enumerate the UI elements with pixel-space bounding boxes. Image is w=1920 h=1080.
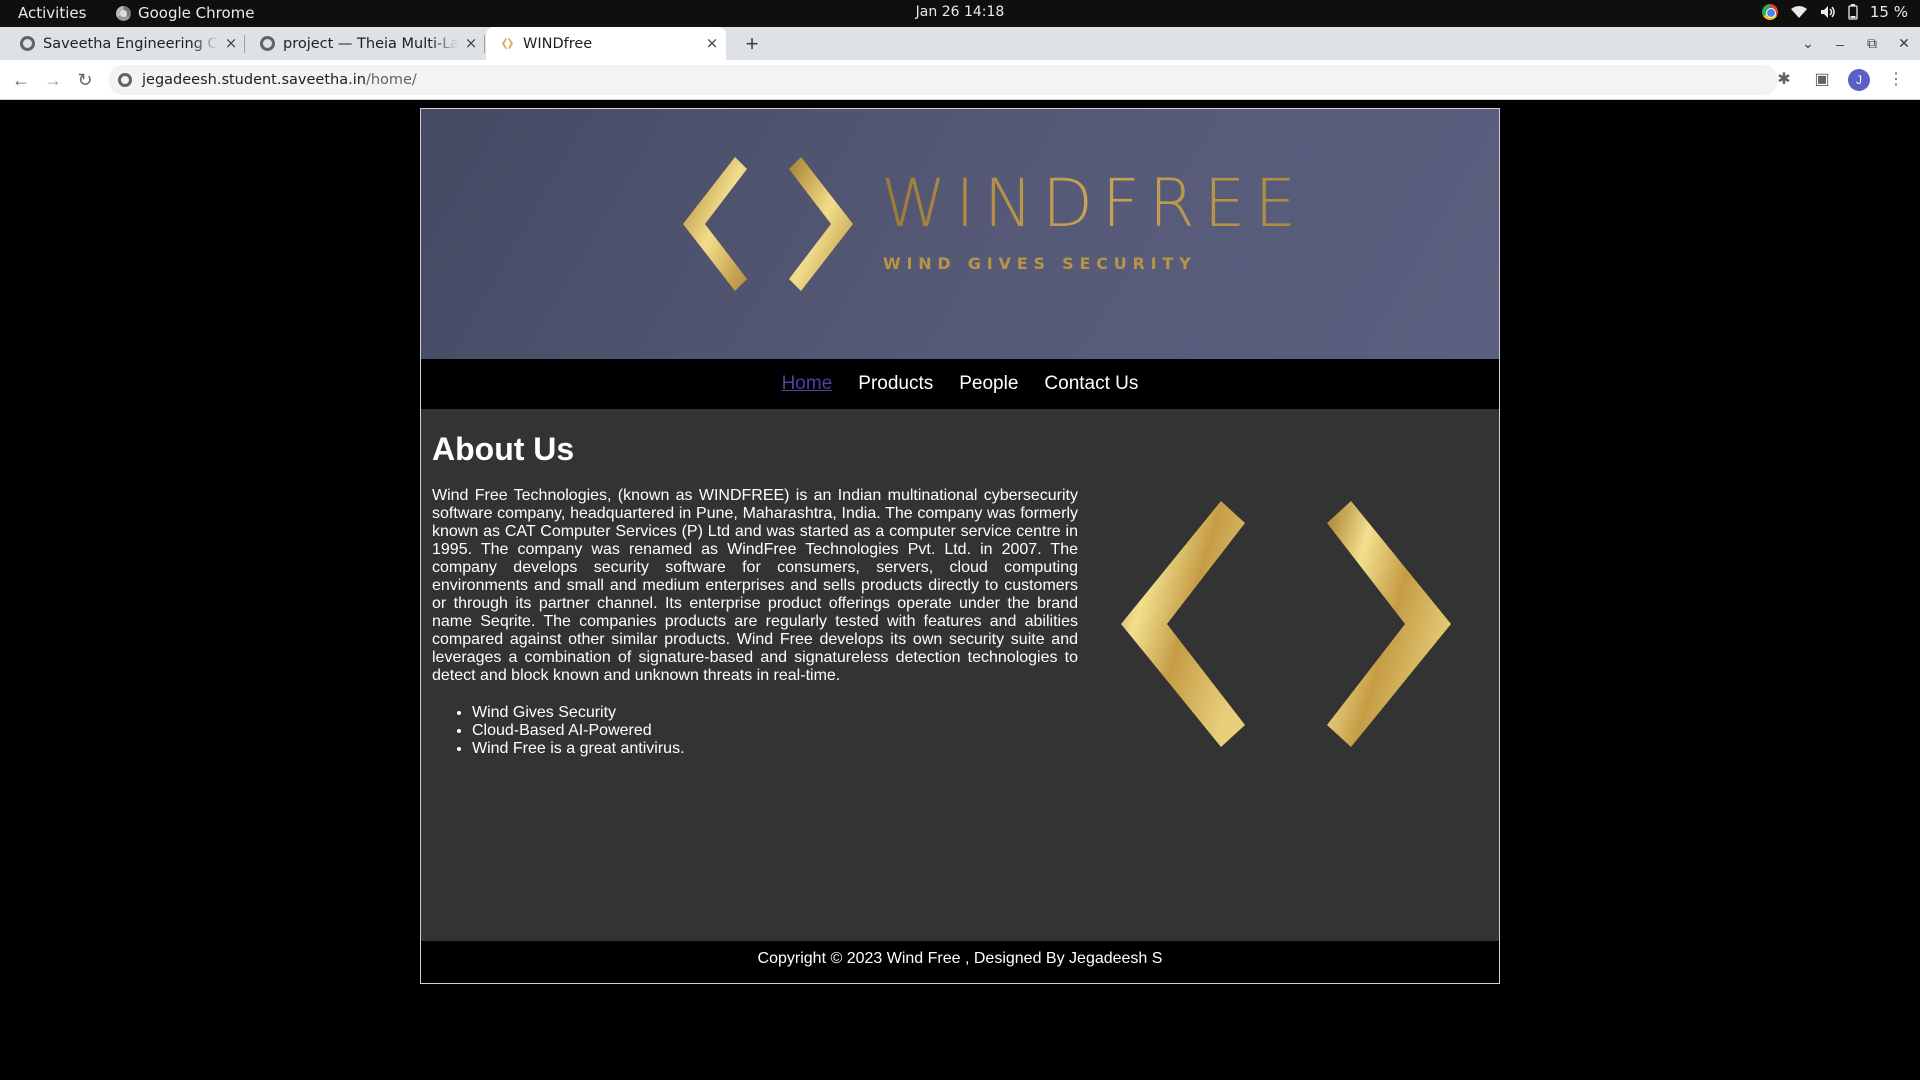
globe-icon bbox=[20, 36, 35, 51]
tab-search-icon[interactable]: ⌄ bbox=[1792, 35, 1824, 52]
tab-title: WINDfree bbox=[523, 35, 593, 52]
site-info-icon[interactable] bbox=[118, 73, 132, 87]
reload-icon[interactable]: ↻ bbox=[73, 68, 97, 92]
banner-tagline: WIND GIVES SECURITY bbox=[883, 254, 1197, 273]
address-bar[interactable]: jegadeesh.student.saveetha.in/home/ bbox=[108, 65, 1778, 95]
url-path: /home/ bbox=[365, 72, 417, 88]
extensions-icon[interactable]: ✱ bbox=[1772, 68, 1796, 92]
site-banner: WINDFREE WIND GIVES SECURITY bbox=[421, 109, 1499, 359]
browser-toolbar: ← → ↻ jegadeesh.student.saveetha.in/home… bbox=[0, 60, 1920, 100]
site-container: WINDFREE WIND GIVES SECURITY Home Produc… bbox=[420, 108, 1500, 984]
about-paragraph: Wind Free Technologies, (known as WINDFR… bbox=[432, 487, 1078, 684]
page-viewport: WINDFREE WIND GIVES SECURITY Home Produc… bbox=[0, 101, 1920, 1080]
system-top-bar: Activities Google Chrome Jan 26 14:18 15… bbox=[0, 0, 1920, 27]
side-panel-icon[interactable]: ▣ bbox=[1810, 68, 1834, 92]
minimize-icon[interactable]: – bbox=[1824, 36, 1856, 52]
battery-percent: 15 % bbox=[1869, 3, 1908, 21]
banner-wordmark: WINDFREE bbox=[881, 165, 1306, 242]
menu-icon[interactable]: ⋮ bbox=[1884, 68, 1908, 92]
nav-products-link[interactable]: Products bbox=[858, 373, 933, 395]
windfree-favicon-icon bbox=[501, 37, 514, 50]
tab-close-icon[interactable]: × bbox=[704, 35, 720, 51]
tab-windfree[interactable]: WINDfree × bbox=[486, 27, 726, 60]
about-heading: About Us bbox=[432, 431, 575, 467]
profile-avatar[interactable]: J bbox=[1848, 69, 1870, 91]
tab-strip: Saveetha Engineering College × project —… bbox=[0, 27, 1920, 60]
main-nav: Home Products People Contact Us bbox=[421, 359, 1499, 409]
tab-close-icon[interactable]: × bbox=[223, 35, 239, 51]
back-icon[interactable]: ← bbox=[9, 68, 33, 92]
tab-saveetha[interactable]: Saveetha Engineering College × bbox=[0, 27, 245, 60]
globe-icon bbox=[260, 36, 275, 51]
chrome-icon[interactable] bbox=[1761, 4, 1778, 20]
tab-title: Saveetha Engineering College bbox=[43, 35, 218, 52]
about-section: About Us Wind Free Technologies, (known … bbox=[421, 409, 1499, 941]
list-item: Wind Free is a great antivirus. bbox=[472, 740, 685, 758]
nav-home-link[interactable]: Home bbox=[782, 373, 833, 395]
close-window-icon[interactable]: ✕ bbox=[1888, 35, 1920, 52]
windfree-logo-icon bbox=[1121, 501, 1451, 747]
forward-icon[interactable]: → bbox=[41, 68, 65, 92]
nav-people-link[interactable]: People bbox=[959, 373, 1018, 395]
list-item: Wind Gives Security bbox=[472, 704, 685, 722]
site-footer: Copyright © 2023 Wind Free , Designed By… bbox=[421, 941, 1499, 983]
toolbar-actions: ✱ ▣ J ⋮ bbox=[1772, 68, 1908, 92]
new-tab-button[interactable]: + bbox=[738, 30, 766, 58]
feature-list: Wind Gives Security Cloud-Based AI-Power… bbox=[472, 704, 685, 758]
list-item: Cloud-Based AI-Powered bbox=[472, 722, 685, 740]
windfree-logo-icon bbox=[683, 157, 853, 291]
battery-icon bbox=[1848, 4, 1858, 20]
clock[interactable]: Jan 26 14:18 bbox=[0, 4, 1920, 20]
tab-theia-project[interactable]: project — Theia Multi-Language × bbox=[245, 27, 485, 60]
restore-icon[interactable]: ⧉ bbox=[1856, 35, 1888, 52]
nav-contact-link[interactable]: Contact Us bbox=[1044, 373, 1138, 395]
window-controls: ⌄ – ⧉ ✕ bbox=[1792, 27, 1920, 60]
volume-icon bbox=[1820, 6, 1835, 18]
url-host: jegadeesh.student.saveetha.in bbox=[142, 72, 366, 88]
status-area[interactable]: 15 % bbox=[1761, 3, 1908, 21]
wifi-icon bbox=[1790, 6, 1807, 18]
tab-title: project — Theia Multi-Language bbox=[283, 35, 458, 52]
tab-close-icon[interactable]: × bbox=[463, 35, 479, 51]
